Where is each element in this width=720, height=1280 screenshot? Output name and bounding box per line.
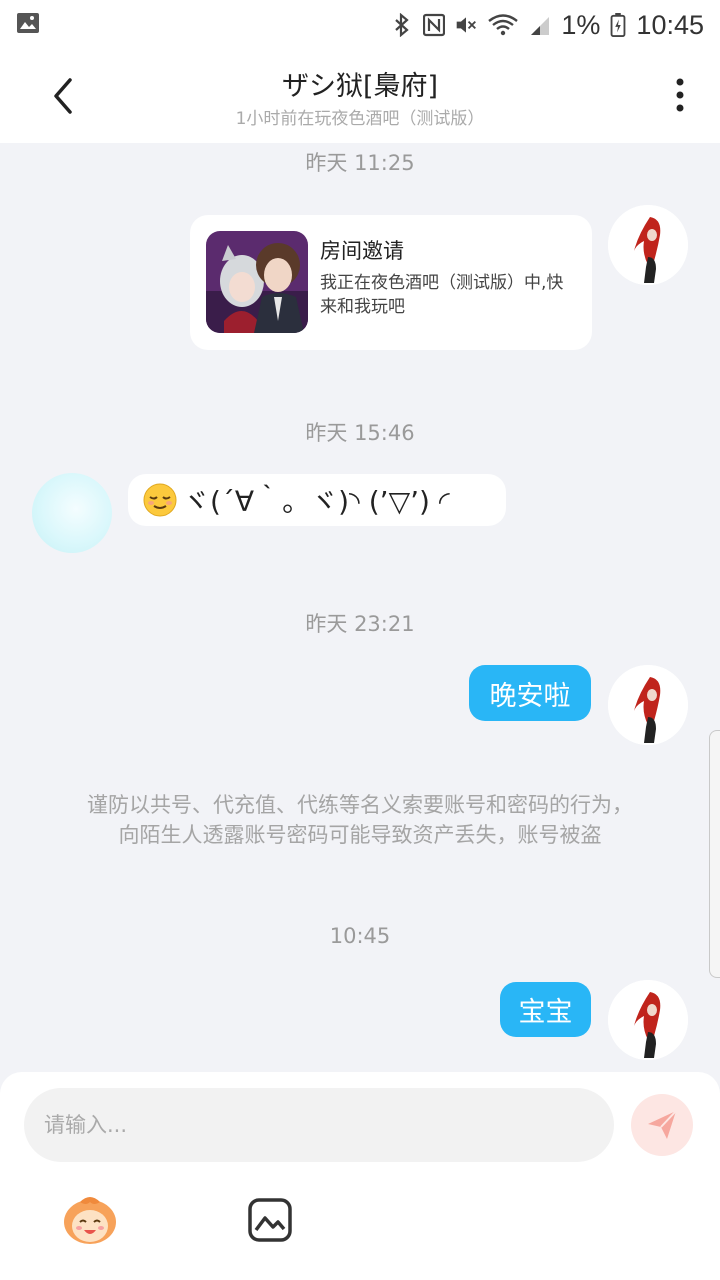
chat-header: ザシ狱[梟府] 1小时前在玩夜色酒吧（测试版） [0, 50, 720, 143]
invite-title: 房间邀请 [320, 239, 404, 263]
chat-subtitle: 1小时前在玩夜色酒吧（测试版） [235, 109, 485, 129]
warning-line: 向陌生人透露账号密码可能导致资产丢失，账号被盗 [118, 823, 602, 847]
chat-title: ザシ狱[梟府] [281, 71, 439, 102]
my-avatar[interactable] [608, 205, 688, 285]
message-timestamp: 昨天 23:21 [305, 612, 415, 636]
signal-icon [531, 17, 550, 35]
sent-message-bubble: 晚安啦 [469, 665, 591, 721]
message-timestamp: 昨天 15:46 [305, 421, 415, 445]
message-timestamp: 10:45 [329, 924, 391, 948]
bluetooth-icon [395, 13, 410, 37]
status-bar: 1% 10:45 [0, 0, 720, 50]
send-icon [648, 1110, 677, 1139]
battery-percent: 1% [561, 9, 601, 40]
relieved-face-emoji-icon [143, 483, 177, 517]
my-avatar[interactable] [608, 665, 688, 745]
sent-message-bubble: 宝宝 [500, 982, 591, 1037]
my-avatar[interactable] [608, 980, 688, 1060]
battery-icon [611, 13, 626, 37]
image-picker-icon[interactable] [246, 1196, 294, 1244]
emoji-sticker-icon[interactable] [60, 1192, 120, 1246]
received-message-bubble: ヾ(´∀｀。ヾ)◝ (’▽’) ◜ [128, 474, 506, 526]
emote-text: ヾ(´∀｀。ヾ)◝ (’▽’) ◜ [182, 485, 450, 518]
mute-icon [457, 17, 477, 33]
nfc-icon [423, 13, 446, 37]
room-invite-card[interactable]: 房间邀请 我正在夜色酒吧（测试版）中,快来和我玩吧 [190, 215, 592, 350]
send-button[interactable] [631, 1094, 693, 1156]
input-panel [0, 1072, 720, 1280]
message-input[interactable] [24, 1088, 614, 1162]
status-time: 10:45 [636, 9, 704, 40]
security-warning: 谨防以共号、代充值、代练等名义索要账号和密码的行为， 向陌生人透露账号密码可能导… [40, 790, 680, 850]
invite-description: 我正在夜色酒吧（测试版）中,快来和我玩吧 [320, 273, 564, 317]
wifi-icon [488, 14, 519, 36]
more-options-icon[interactable] [668, 76, 692, 116]
game-thumbnail [206, 231, 308, 333]
warning-line: 谨防以共号、代充值、代练等名义索要账号和密码的行为， [87, 793, 633, 817]
friend-avatar[interactable] [32, 473, 112, 553]
message-timestamp: 昨天 11:25 [305, 151, 415, 175]
image-notification-icon [17, 13, 39, 33]
